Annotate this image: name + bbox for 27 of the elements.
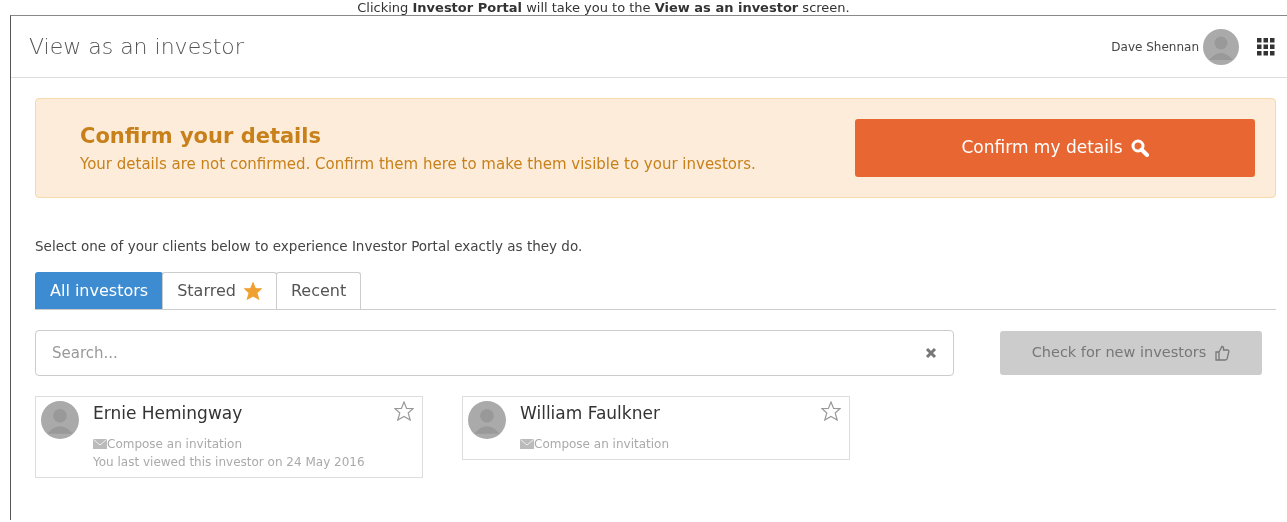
caption-text: Clicking Investor Portal will take you to the View as an investor screen. [357,0,850,15]
clear-icon[interactable] [925,347,937,360]
star-toggle-icon[interactable] [394,401,414,422]
search-field[interactable]: Search... [35,330,954,377]
window-title: View as an investor [29,33,244,61]
investor-card[interactable]: Ernie Hemingway Compose an invitation You last viewed this investor on 24 May 2016 [35,396,423,478]
alert-message: Your details are not confirmed. Confirm them here to make them visible to your investors. [80,153,756,175]
investor-name: William Faulkner [520,402,660,426]
star-icon[interactable] [243,282,262,301]
avatar-icon [468,401,506,440]
search-icon [1130,139,1149,157]
envelope-icon [520,438,534,449]
tab[interactable]: All investors [35,272,164,310]
star-toggle-icon[interactable] [821,401,841,422]
thumbs-up-icon [1214,345,1231,362]
avatar-icon[interactable] [1203,28,1239,65]
user-name[interactable]: Dave Shennan [1111,37,1199,56]
avatar-icon [41,401,79,440]
investor-name: Ernie Hemingway [93,402,243,426]
investor-card[interactable]: William Faulkner Compose an invitation [462,396,850,460]
last-viewed-text: You last viewed this investor on 24 May 2016 [93,453,366,471]
tab[interactable]: Recent [275,272,362,310]
alert-title: Confirm your details [80,123,323,150]
envelope-icon [93,438,107,449]
app-grid-icon[interactable] [1257,37,1275,56]
intro-text: Select one of your clients below to experience Investor Portal exactly as they do. [35,237,584,256]
tab[interactable]: Starred [162,272,277,310]
